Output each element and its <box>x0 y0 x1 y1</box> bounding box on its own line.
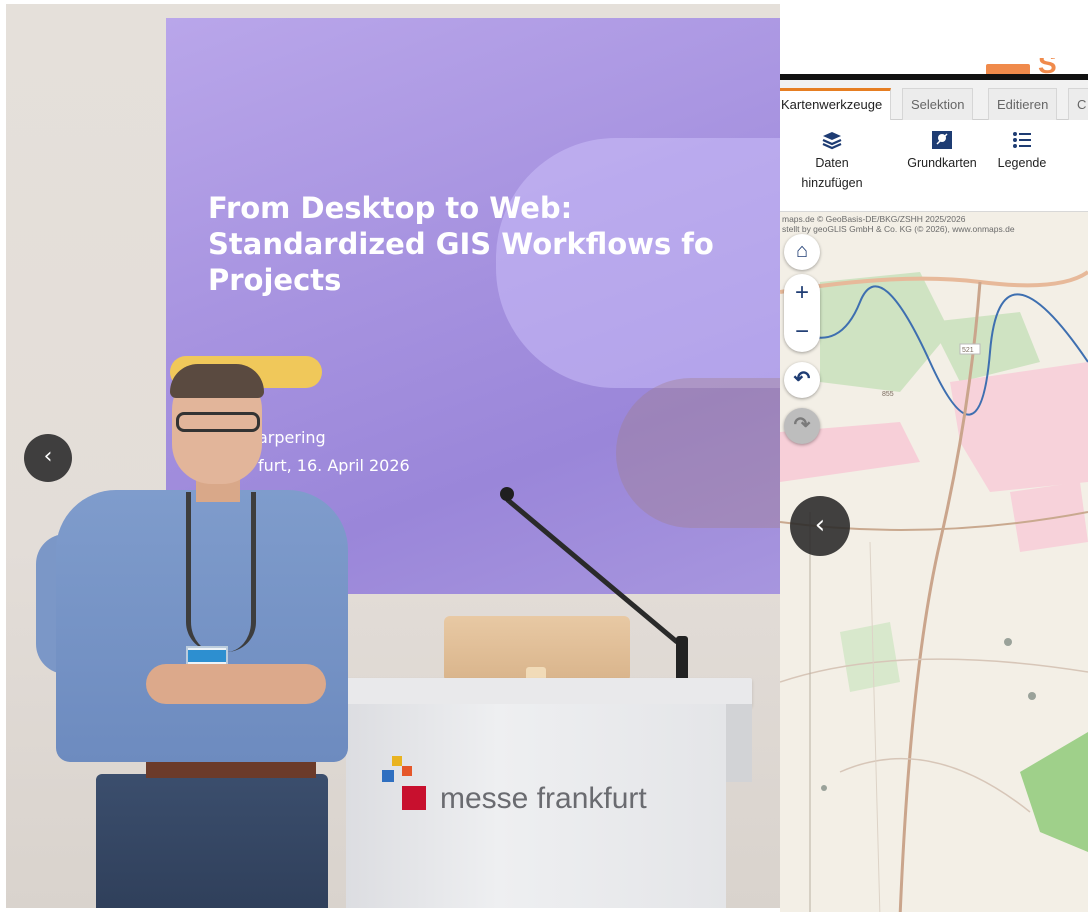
slide-title-line: Projects <box>208 263 342 297</box>
undo-button[interactable]: ↶ <box>784 362 820 398</box>
slide-title-line: Standardized GIS Workflows fo <box>208 227 714 261</box>
speaker-jeans <box>96 774 328 908</box>
undo-icon: ↶ <box>793 368 811 390</box>
tab-more[interactable]: C <box>1068 88 1088 120</box>
slide-title-line: From Desktop to Web: <box>208 191 573 225</box>
tab-selektion[interactable]: Selektion <box>902 88 974 120</box>
add-data-label: Daten <box>815 156 849 170</box>
microphone-stand <box>676 636 688 684</box>
speaker-belt <box>146 760 316 778</box>
map-attribution: maps.de © GeoBasis-DE/BKG/ZSHH 2025/2026… <box>782 214 1015 234</box>
carousel-prev-button[interactable]: ‹ <box>24 434 72 482</box>
layers-add-icon <box>822 132 842 150</box>
speaker <box>36 364 356 908</box>
conference-photo: From Desktop to Web: Standardized GIS Wo… <box>6 4 780 908</box>
map-pin-icon <box>932 131 952 149</box>
podium-top <box>314 678 752 706</box>
map-attribution-line: stellt by geoGLIS GmbH & Co. KG (© 2026)… <box>782 224 1015 234</box>
legend-list-icon <box>1013 132 1031 148</box>
elevation-label: 855 <box>882 391 894 398</box>
home-button[interactable]: ⌂ <box>784 234 820 270</box>
redo-icon: ↷ <box>793 414 811 436</box>
basemaps-button[interactable]: Grundkarten <box>896 130 988 170</box>
gis-web-app-screenshot: Kartenwerkzeuge Selektion Editieren C Da… <box>780 74 1088 912</box>
slide-title: From Desktop to Web: Standardized GIS Wo… <box>208 190 780 298</box>
name-badge-strip <box>188 650 226 662</box>
zoom-in-button[interactable]: + <box>784 274 820 313</box>
speaker-forearm <box>146 664 326 704</box>
redo-button[interactable]: ↷ <box>784 408 820 444</box>
lanyard <box>186 492 256 652</box>
microphone-head <box>500 487 514 501</box>
legend-label: Legende <box>997 156 1047 170</box>
slide-decoration <box>616 378 780 528</box>
podium-side <box>722 704 752 782</box>
map-attribution-line: maps.de © GeoBasis-DE/BKG/ZSHH 2025/2026 <box>782 214 966 224</box>
zoom-controls: + − <box>784 274 820 352</box>
tab-editieren[interactable]: Editieren <box>988 88 1058 120</box>
legend-button[interactable]: Legende <box>992 130 1052 170</box>
speaker-glasses <box>176 412 260 432</box>
basemaps-label: Grundkarten <box>907 156 977 170</box>
messe-logo-icon <box>382 756 426 812</box>
map-basemap: 521 855 <box>780 212 1088 912</box>
map-canvas[interactable]: 521 855 maps.de © GeoBasis-DE/BKG/ZSHH 2… <box>780 212 1088 912</box>
add-data-button[interactable]: Daten hinzufügen <box>794 130 870 190</box>
tool-ribbon: Daten hinzufügen Grundkarten Legende <box>780 120 1088 212</box>
home-icon: ⌂ <box>795 240 809 262</box>
zoom-out-button[interactable]: − <box>784 313 820 352</box>
ribbon-tabs: Kartenwerkzeuge Selektion Editieren C <box>780 80 1088 120</box>
speaker-hair <box>170 364 264 398</box>
carousel-prev-button-gis[interactable]: ‹ <box>790 496 850 556</box>
add-data-label: hinzufügen <box>801 176 863 190</box>
road-number-label: 521 <box>962 347 974 354</box>
podium-brand-text: messe frankfurt <box>440 782 647 815</box>
tab-kartenwerkzeuge[interactable]: Kartenwerkzeuge <box>780 88 892 120</box>
